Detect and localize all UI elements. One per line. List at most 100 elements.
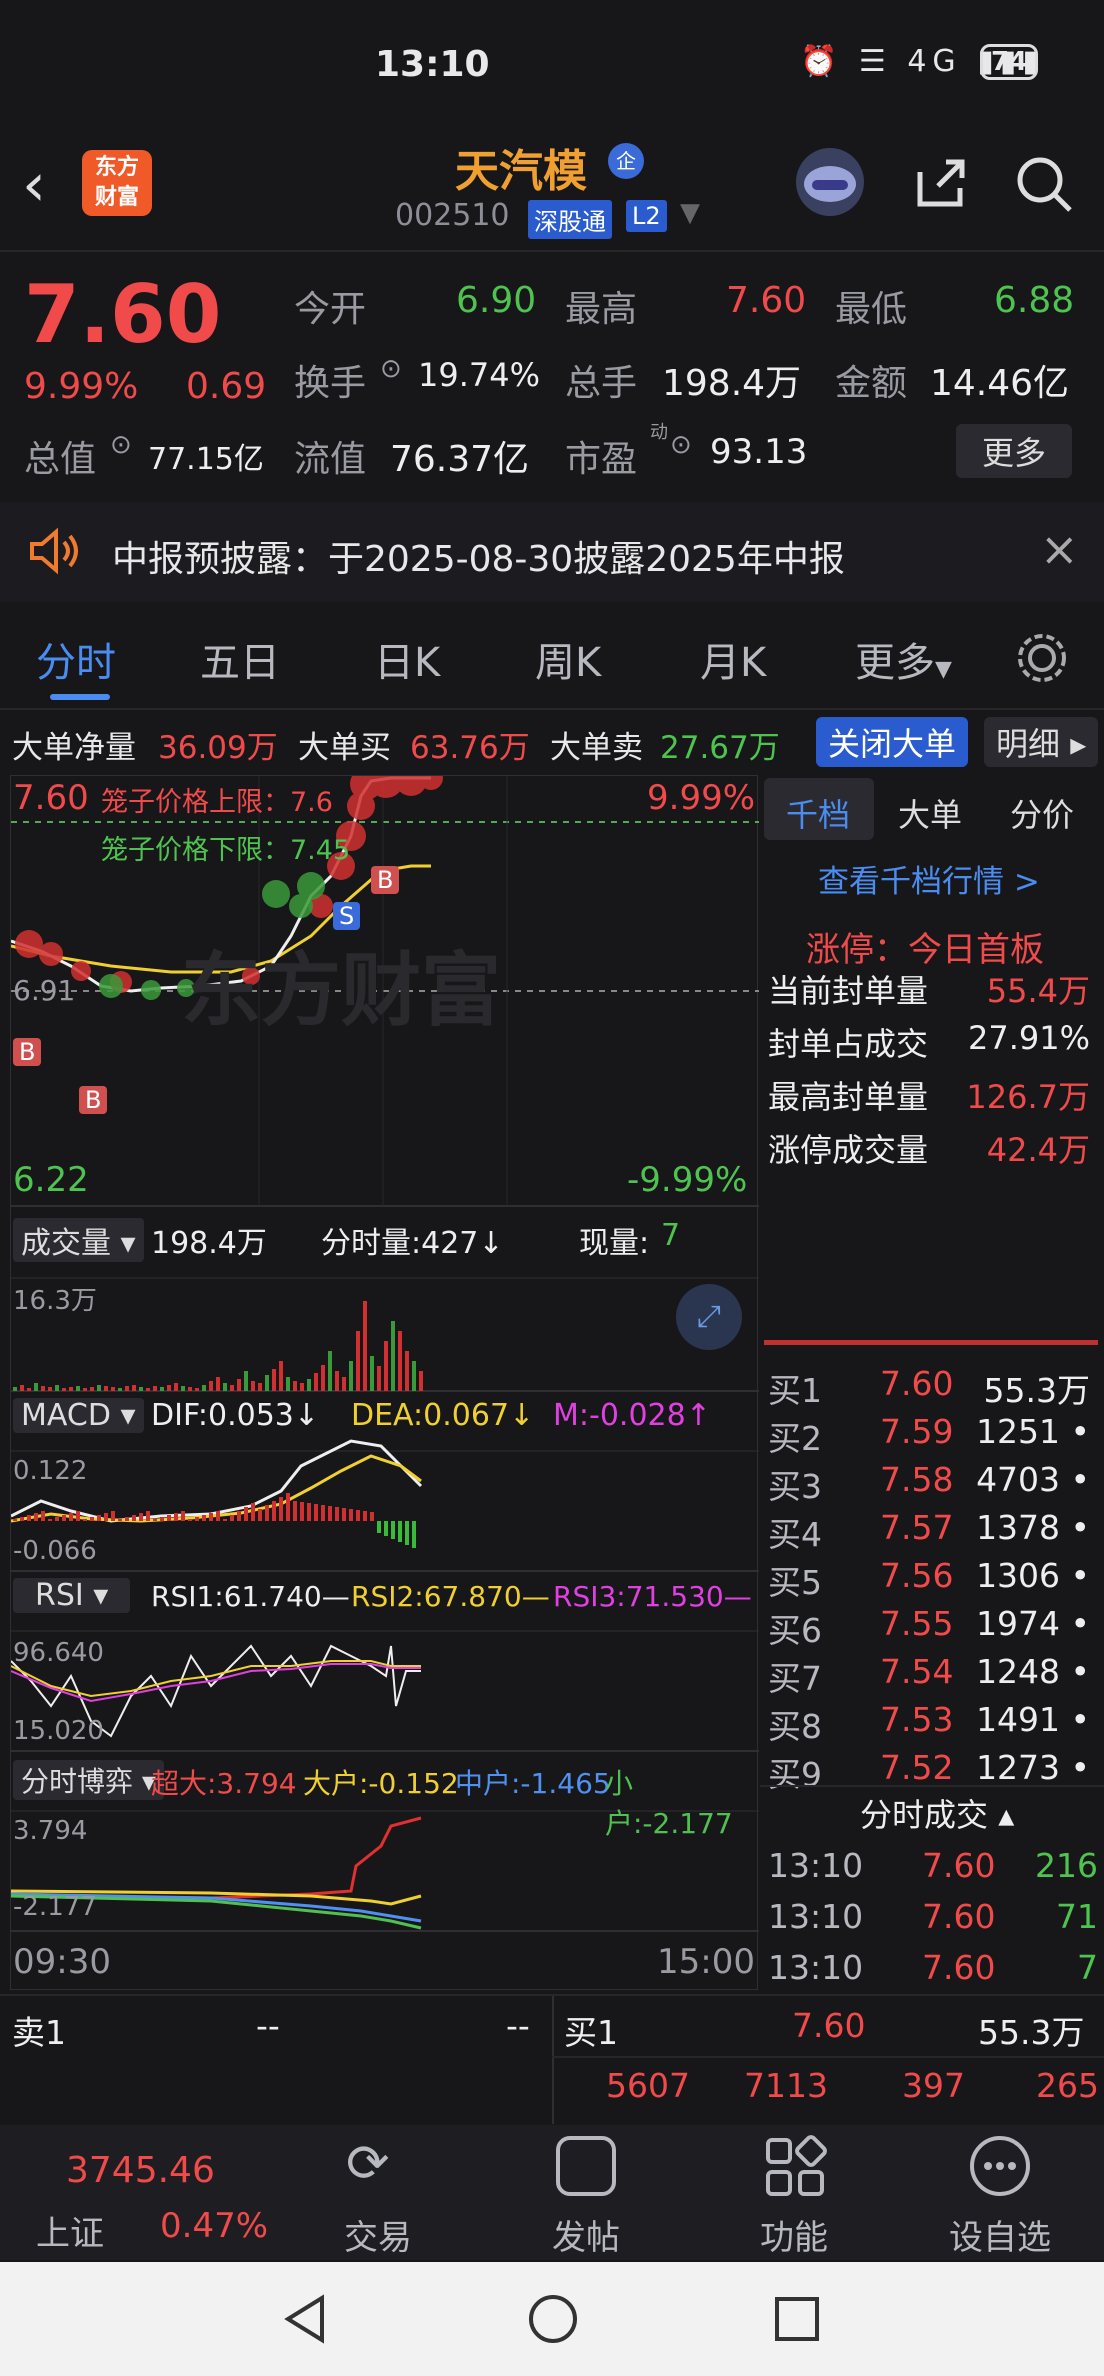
bid-volume: 1974 • <box>976 1604 1090 1643</box>
volume-selector[interactable]: 成交量 ▾ <box>13 1218 144 1262</box>
intraday-chart[interactable]: 7.60 9.99% 笼子价格上限：7.6 笼子价格下限：7.45 6.91 东… <box>10 775 759 1990</box>
stock-name[interactable]: 天汽模 <box>455 135 587 199</box>
back-icon[interactable]: ‹ <box>22 150 46 220</box>
bid-level-label: 买7 <box>768 1659 822 1698</box>
chevron-down-icon[interactable]: ▼ <box>680 198 700 228</box>
volume-bar <box>76 1386 80 1391</box>
game-selector[interactable]: 分时博弈 ▾ <box>13 1760 164 1800</box>
info-icon[interactable]: ⊙ <box>670 430 692 460</box>
tab-daily-k[interactable]: 日K <box>374 630 440 688</box>
minute-volume: 分时量:427↓ <box>321 1226 504 1261</box>
tick-time: 13:10 <box>768 1897 864 1936</box>
bid-row[interactable]: 买7 7.54 1248 • <box>768 1652 1098 1698</box>
volume-bar <box>391 1321 395 1391</box>
assistant-avatar-icon[interactable] <box>796 148 864 216</box>
expand-icon[interactable]: ⤢ <box>676 1284 742 1350</box>
index-name[interactable]: 上证 <box>36 2206 104 2255</box>
volume-total: 198.4万 <box>151 1226 267 1261</box>
volume-bar <box>328 1351 332 1391</box>
index-value[interactable]: 3745.46 <box>66 2150 215 2191</box>
bid-row[interactable]: 买4 7.57 1378 • <box>768 1508 1098 1554</box>
ask1-volume: -- <box>506 2006 530 2045</box>
volume-bar <box>195 1388 199 1391</box>
share-icon[interactable] <box>910 152 970 216</box>
volume-bar <box>48 1387 52 1391</box>
tab-five-day[interactable]: 五日 <box>200 630 280 688</box>
more-button[interactable]: 更多 <box>956 424 1073 478</box>
macd-bar <box>272 1501 276 1521</box>
macd-bar <box>111 1511 115 1521</box>
nav-function[interactable]: 功能 <box>734 2210 854 2259</box>
bid-row[interactable]: 买6 7.55 1974 • <box>768 1604 1098 1650</box>
macd-dif: DIF:0.053↓ <box>151 1398 320 1433</box>
rsi-selector[interactable]: RSI ▾ <box>13 1578 131 1613</box>
volume-bar <box>146 1388 150 1391</box>
tab-price-distribution[interactable]: 分价 <box>1010 790 1074 836</box>
info-icon[interactable]: ⊙ <box>380 354 402 384</box>
macd-bar <box>41 1511 45 1521</box>
volume-bar <box>286 1377 290 1391</box>
system-back-icon[interactable] <box>280 2292 330 2350</box>
bid-volume: 4703 • <box>976 1460 1090 1499</box>
pe-value: 93.13 <box>710 432 808 472</box>
bid-volume: 1306 • <box>976 1556 1090 1595</box>
mktcap-value: 77.15亿 <box>148 442 264 477</box>
tab-more[interactable]: 更多▼ <box>855 630 952 688</box>
rsi-bottom-label: 15.020 <box>13 1716 104 1746</box>
tab-monthly-k[interactable]: 月K <box>700 630 766 688</box>
bid-price: 7.58 <box>880 1460 954 1499</box>
view-levels-link[interactable]: 查看千档行情 > <box>818 856 1040 901</box>
macd-bar <box>90 1517 94 1521</box>
tab-big-order[interactable]: 大单 <box>898 790 962 836</box>
settings-gear-icon[interactable] <box>1014 630 1070 690</box>
extra-value: 7113 <box>744 2066 828 2105</box>
buy-marker[interactable]: B <box>371 866 400 894</box>
notice-bar[interactable]: 中报预披露：于2025-08-30披露2025年中报 × <box>0 502 1104 602</box>
sell-marker[interactable]: S <box>333 902 361 930</box>
nav-post[interactable]: 发帖 <box>526 2210 646 2259</box>
volume-bar <box>97 1385 101 1391</box>
change-pct: 9.99% <box>24 366 139 407</box>
macd-bar <box>398 1521 402 1542</box>
macd-bar <box>251 1503 255 1521</box>
search-icon[interactable] <box>1012 152 1076 220</box>
volume-bar <box>342 1377 346 1391</box>
macd-bar <box>139 1513 143 1521</box>
macd-selector[interactable]: MACD ▾ <box>13 1398 144 1433</box>
mktcap-label: 总值 <box>24 439 97 480</box>
change-value: 0.69 <box>186 366 267 407</box>
buy-marker[interactable]: B <box>13 1038 42 1066</box>
tick-time: 13:10 <box>768 1846 864 1885</box>
nav-watchlist[interactable]: 设自选 <box>940 2210 1060 2259</box>
system-home-icon[interactable] <box>526 2292 580 2350</box>
watchlist-icon[interactable] <box>966 2132 1034 2204</box>
trade-icon[interactable]: ⟳ <box>346 2134 390 2194</box>
mid-value: 中户:-1.465 <box>455 1767 611 1800</box>
bid-row[interactable]: 买5 7.56 1306 • <box>768 1556 1098 1602</box>
tab-intraday[interactable]: 分时 <box>36 630 116 688</box>
tab-thousand-levels[interactable]: 千档 <box>786 790 850 836</box>
bid-row[interactable]: 买1 7.60 55.3万 <box>768 1364 1098 1410</box>
nav-trade[interactable]: 交易 <box>318 2210 438 2259</box>
tick-volume: 7 <box>1077 1948 1098 1987</box>
volume-bar <box>293 1381 297 1391</box>
post-icon[interactable] <box>556 2136 616 2196</box>
macd-bar <box>195 1517 199 1521</box>
close-icon[interactable]: × <box>1040 522 1079 576</box>
volume-bar <box>272 1369 276 1391</box>
bid-row[interactable]: 买8 7.53 1491 • <box>768 1700 1098 1746</box>
macd-bar <box>223 1519 227 1521</box>
function-grid-icon[interactable] <box>762 2134 828 2204</box>
volume-bar <box>363 1301 367 1391</box>
buy-marker[interactable]: B <box>79 1086 108 1114</box>
macd-bar <box>307 1503 311 1521</box>
info-icon[interactable]: ⊙ <box>110 430 132 460</box>
detail-button[interactable]: 明细 ▸ <box>984 717 1099 767</box>
ticks-header[interactable]: 分时成交 ▴ <box>860 1790 1014 1836</box>
tab-weekly-k[interactable]: 周K <box>535 630 601 688</box>
bid-row[interactable]: 买2 7.59 1251 • <box>768 1412 1098 1458</box>
bid-row[interactable]: 买3 7.58 4703 • <box>768 1460 1098 1506</box>
system-recents-icon[interactable] <box>772 2294 822 2348</box>
status-time: 13:10 <box>375 44 490 85</box>
close-big-order-button[interactable]: 关闭大单 <box>816 717 969 767</box>
